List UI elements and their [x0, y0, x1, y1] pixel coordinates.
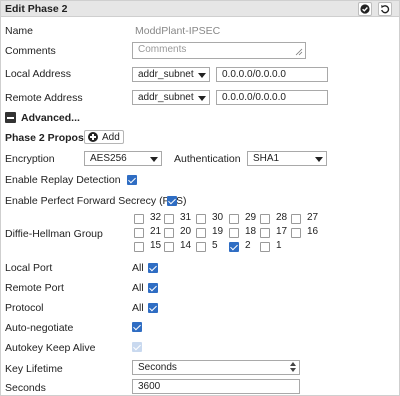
dh-checkbox-5[interactable]	[196, 242, 206, 252]
dh-checkbox-29[interactable]	[229, 214, 239, 224]
undo-icon	[381, 5, 390, 14]
name-value: ModdPlant-IPSEC	[135, 25, 221, 37]
dh-label-30: 30	[212, 212, 224, 223]
dh-label-29: 29	[245, 212, 257, 223]
comments-field[interactable]: Comments	[132, 42, 306, 59]
encryption-label: Encryption	[5, 153, 55, 165]
auto-negotiate-label: Auto-negotiate	[5, 322, 74, 334]
advanced-toggle[interactable]: Advanced...	[21, 112, 80, 124]
dh-checkbox-30[interactable]	[196, 214, 206, 224]
pfs-label: Enable Perfect Forward Secrecy (PFS)	[5, 195, 187, 207]
dh-checkbox-14[interactable]	[164, 242, 174, 252]
local-port-value: All	[132, 262, 144, 274]
pfs-checkbox[interactable]	[167, 196, 177, 206]
key-lifetime-select[interactable]: Seconds	[132, 360, 300, 375]
authentication-label: Authentication	[174, 153, 241, 165]
plus-circle-icon	[88, 132, 98, 142]
dh-label-32: 32	[150, 212, 162, 223]
dh-label-5: 5	[212, 240, 218, 251]
dh-label-16: 16	[307, 226, 319, 237]
comments-placeholder: Comments	[138, 44, 187, 55]
chevron-down-icon	[150, 157, 158, 162]
remote-address-label: Remote Address	[5, 92, 83, 104]
remote-port-value: All	[132, 282, 144, 294]
dh-group-label: Diffie-Hellman Group	[5, 228, 103, 240]
panel-header: Edit Phase 2	[1, 1, 399, 17]
select-arrows-icon	[290, 362, 296, 373]
local-address-type-value: addr_subnet	[138, 69, 194, 80]
encryption-value: AES256	[90, 153, 127, 164]
resize-grip-icon[interactable]	[295, 48, 303, 56]
local-port-label: Local Port	[5, 262, 53, 274]
dh-checkbox-2[interactable]	[229, 242, 239, 252]
dh-checkbox-18[interactable]	[229, 228, 239, 238]
dh-label-17: 17	[276, 226, 288, 237]
comments-label: Comments	[5, 45, 56, 57]
dh-label-1: 1	[276, 240, 282, 251]
dh-checkbox-21[interactable]	[134, 228, 144, 238]
key-lifetime-label: Key Lifetime	[5, 363, 63, 375]
remote-port-label: Remote Port	[5, 282, 64, 294]
authentication-value: SHA1	[253, 153, 280, 164]
local-address-value: 0.0.0.0/0.0.0.0	[222, 69, 286, 80]
panel-title: Edit Phase 2	[5, 3, 68, 15]
dh-checkbox-31[interactable]	[164, 214, 174, 224]
seconds-field[interactable]: 3600	[132, 379, 300, 394]
dh-checkbox-32[interactable]	[134, 214, 144, 224]
dh-label-2: 2	[245, 240, 251, 251]
dh-checkbox-17[interactable]	[260, 228, 270, 238]
phase2-proposal-label: Phase 2 Proposal	[5, 132, 93, 144]
local-address-field[interactable]: 0.0.0.0/0.0.0.0	[216, 67, 328, 82]
remote-address-value: 0.0.0.0/0.0.0.0	[222, 92, 286, 103]
dh-label-31: 31	[180, 212, 192, 223]
autokey-keep-alive-checkbox	[132, 342, 142, 352]
dh-checkbox-15[interactable]	[134, 242, 144, 252]
key-lifetime-value: Seconds	[138, 362, 177, 373]
auto-negotiate-checkbox[interactable]	[132, 322, 142, 332]
encryption-select[interactable]: AES256	[84, 151, 162, 166]
dh-checkbox-1[interactable]	[260, 242, 270, 252]
chevron-down-icon	[198, 73, 206, 78]
protocol-all-checkbox[interactable]	[148, 303, 158, 313]
dh-label-14: 14	[180, 240, 192, 251]
dh-checkbox-16[interactable]	[291, 228, 301, 238]
remote-port-all-checkbox[interactable]	[148, 283, 158, 293]
apply-button[interactable]	[358, 2, 372, 16]
dh-label-18: 18	[245, 226, 257, 237]
dh-label-20: 20	[180, 226, 192, 237]
remote-address-field[interactable]: 0.0.0.0/0.0.0.0	[216, 90, 328, 105]
dh-checkbox-27[interactable]	[291, 214, 301, 224]
add-proposal-button[interactable]: Add	[84, 130, 124, 144]
add-button-label: Add	[102, 132, 120, 143]
reset-button[interactable]	[378, 2, 392, 16]
seconds-label: Seconds	[5, 382, 46, 394]
dh-label-15: 15	[150, 240, 162, 251]
replay-detection-checkbox[interactable]	[127, 175, 137, 185]
dh-label-19: 19	[212, 226, 224, 237]
dh-checkbox-19[interactable]	[196, 228, 206, 238]
seconds-value: 3600	[138, 381, 161, 392]
collapse-icon[interactable]	[5, 112, 16, 123]
chevron-down-icon	[315, 157, 323, 162]
local-address-label: Local Address	[5, 68, 71, 80]
protocol-label: Protocol	[5, 302, 44, 314]
dh-label-28: 28	[276, 212, 288, 223]
dh-checkbox-20[interactable]	[164, 228, 174, 238]
local-port-all-checkbox[interactable]	[148, 263, 158, 273]
dh-label-27: 27	[307, 212, 319, 223]
local-address-type-select[interactable]: addr_subnet	[132, 67, 210, 82]
remote-address-type-value: addr_subnet	[138, 92, 194, 103]
protocol-value: All	[132, 302, 144, 314]
dh-checkbox-28[interactable]	[260, 214, 270, 224]
dh-label-21: 21	[150, 226, 162, 237]
replay-detection-label: Enable Replay Detection	[5, 174, 121, 186]
authentication-select[interactable]: SHA1	[247, 151, 327, 166]
remote-address-type-select[interactable]: addr_subnet	[132, 90, 210, 105]
name-label: Name	[5, 25, 34, 37]
check-circle-icon	[360, 4, 370, 14]
chevron-down-icon	[198, 96, 206, 101]
autokey-keep-alive-label: Autokey Keep Alive	[5, 342, 96, 354]
edit-phase2-panel: Edit Phase 2 Name ModdPlant-IPSEC Commen…	[0, 0, 400, 396]
